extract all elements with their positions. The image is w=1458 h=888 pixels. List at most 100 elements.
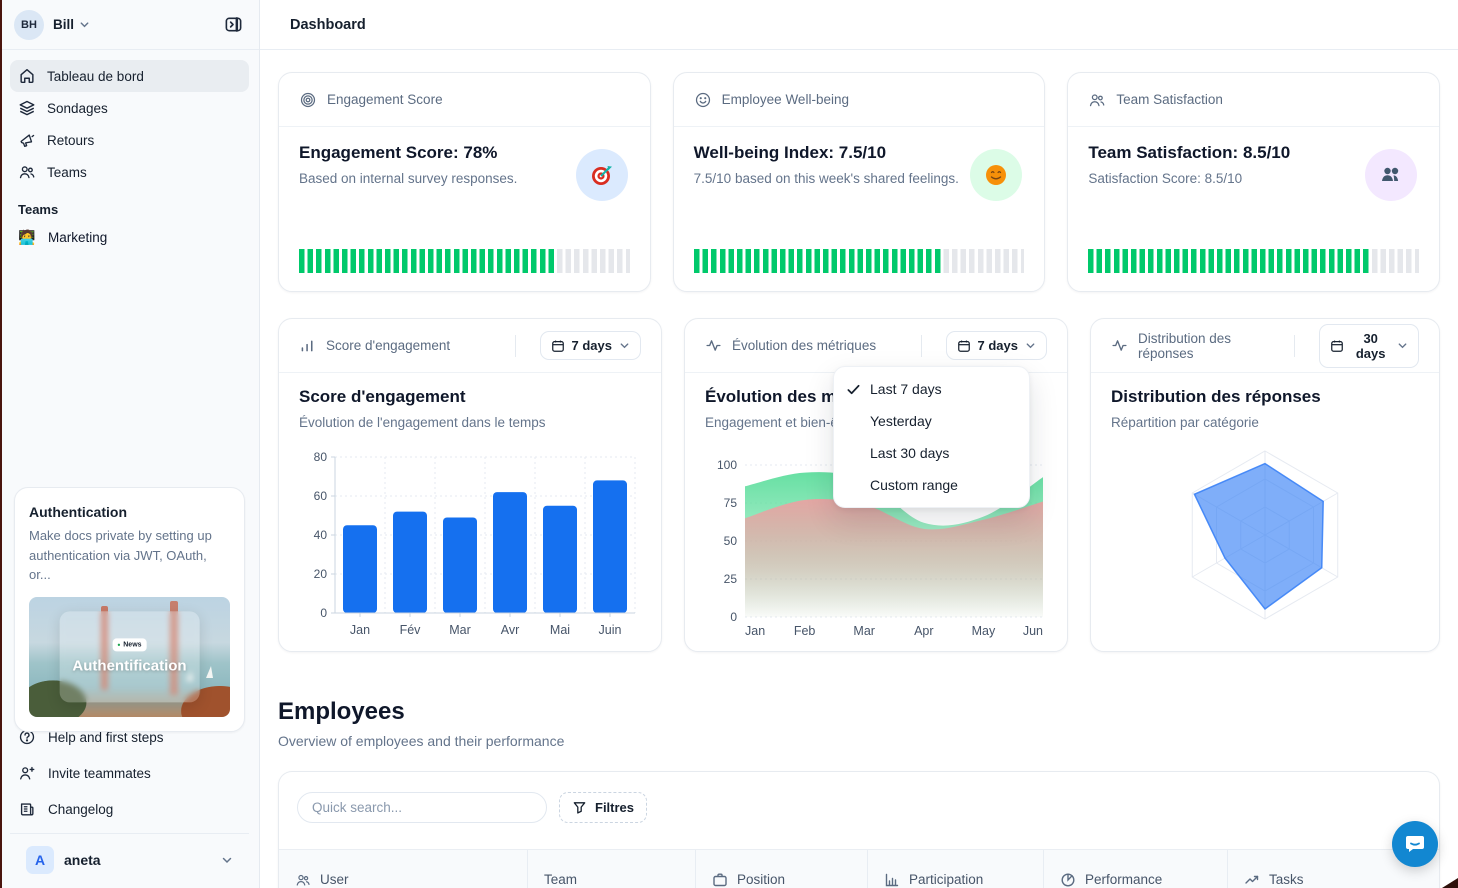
dropdown-item-yesterday[interactable]: Yesterday (834, 405, 1029, 437)
range-select-button[interactable]: 30 days (1319, 324, 1419, 368)
table-toolbar: Filtres (279, 772, 1439, 823)
stat-card-engagement: Engagement Score Engagement Score: 78% B… (278, 72, 651, 292)
svg-text:Jan: Jan (350, 623, 370, 637)
promo-card-authentication[interactable]: Authentication Make docs private by sett… (14, 487, 245, 732)
distribution-radar-chart (1170, 443, 1360, 629)
smile-icon (694, 91, 712, 109)
footer-item-label: Invite teammates (48, 766, 151, 781)
changelog-icon (18, 800, 36, 818)
dropdown-item-custom-range[interactable]: Custom range (834, 469, 1029, 501)
svg-text:40: 40 (314, 528, 328, 542)
sidebar-section-teams: Teams (0, 188, 259, 221)
sidebar-item-marketing[interactable]: 🧑‍💻 Marketing (0, 221, 259, 253)
sidebar-item-sondages[interactable]: Sondages (10, 92, 249, 124)
sidebar-item-invite[interactable]: Invite teammates (10, 755, 249, 791)
briefcase-icon (712, 872, 728, 888)
smile-emoji-icon (970, 149, 1022, 201)
chart-card-body: Score d'engagement Évolution de l'engage… (279, 373, 661, 651)
employees-header: Employees Overview of employees and thei… (278, 698, 1440, 749)
chart-card-header: Score d'engagement 7 days (279, 319, 661, 373)
screen-left-edge (0, 0, 2, 888)
sidebar-item-teams[interactable]: Teams (10, 156, 249, 188)
employees-table-card: Filtres User Team (278, 771, 1440, 888)
sidebar-footer: Help and first steps Invite teammates Ch… (0, 713, 259, 888)
chevron-down-icon (619, 340, 630, 351)
sidebar-header: BH Bill (0, 0, 259, 50)
employees-subtitle: Overview of employees and their performa… (278, 733, 1440, 749)
chart-card-body: Distribution des réponses Répartition pa… (1091, 373, 1439, 651)
chat-icon (1403, 832, 1427, 856)
svg-text:20: 20 (314, 567, 328, 581)
promo-body: Make docs private by setting up authenti… (29, 526, 230, 585)
user-menu[interactable]: Bill (53, 17, 74, 32)
range-select-button[interactable]: 7 days (946, 331, 1047, 360)
svg-text:Mar: Mar (853, 624, 875, 638)
sidebar-item-label: Sondages (47, 101, 108, 116)
svg-text:75: 75 (724, 496, 738, 510)
employees-title: Employees (278, 698, 1440, 726)
bar-chart-icon (884, 872, 900, 888)
dropdown-item-last-7-days[interactable]: Last 7 days (834, 373, 1029, 405)
footer-item-label: Changelog (48, 802, 113, 817)
chart-card-header: Distribution des réponses 30 days (1091, 319, 1439, 373)
megaphone-icon (18, 131, 36, 149)
filters-button[interactable]: Filtres (559, 792, 647, 823)
promo-image-golden-gate[interactable]: •News Authentification (29, 597, 230, 717)
stat-card-header: Team Satisfaction (1068, 73, 1439, 127)
promo-image-overlay: •News Authentification (59, 611, 200, 702)
pie-chart-icon (1060, 872, 1076, 888)
chart-card-engagement-score: Score d'engagement 7 days (278, 318, 662, 652)
calendar-icon (957, 339, 971, 353)
user-plus-icon (18, 764, 36, 782)
svg-text:Mai: Mai (550, 623, 570, 637)
chat-launcher-button[interactable] (1392, 821, 1438, 867)
activity-icon (705, 337, 722, 354)
footer-item-label: Help and first steps (48, 730, 164, 745)
stat-card-wellbeing: Employee Well-being Well-being Index: 7.… (673, 72, 1046, 292)
sidebar-item-changelog[interactable]: Changelog (10, 791, 249, 827)
column-header-user[interactable]: User (279, 850, 527, 888)
screen-corner-artifact (1442, 878, 1458, 888)
sidebar-collapse-button[interactable] (219, 11, 247, 39)
funnel-icon (572, 800, 587, 815)
workspace-switcher[interactable]: A aneta (10, 833, 249, 888)
avatar[interactable]: BH (14, 10, 44, 40)
svg-text:Mar: Mar (449, 623, 471, 637)
column-header-performance[interactable]: Performance (1043, 850, 1227, 888)
people-emoji-icon (1365, 149, 1417, 201)
marketing-team-emoji: 🧑‍💻 (18, 228, 36, 246)
table-header-row: User Team Position (279, 849, 1439, 888)
sidebar-item-label: Teams (47, 165, 87, 180)
sidebar-item-tableau-de-bord[interactable]: Tableau de bord (10, 60, 249, 92)
stat-card-header: Employee Well-being (674, 73, 1045, 127)
team-item-label: Marketing (48, 230, 107, 245)
range-select-button[interactable]: 7 days (540, 331, 641, 360)
check-icon (846, 382, 870, 397)
satisfaction-progress-bar (1088, 249, 1419, 273)
chevron-down-icon (1025, 340, 1036, 351)
sidebar-item-retours[interactable]: Retours (10, 124, 249, 156)
column-header-team[interactable]: Team (527, 850, 695, 888)
stat-card-header: Engagement Score (279, 73, 650, 127)
users-icon (1088, 91, 1106, 109)
svg-text:50: 50 (724, 534, 738, 548)
page-title: Dashboard (290, 17, 366, 33)
news-badge: •News (112, 639, 146, 652)
column-header-participation[interactable]: Participation (867, 850, 1043, 888)
chevron-down-icon (1397, 340, 1408, 351)
target-emoji-icon (576, 149, 628, 201)
search-input[interactable] (297, 792, 547, 823)
svg-text:25: 25 (724, 572, 738, 586)
chevron-down-icon (221, 854, 233, 866)
column-header-position[interactable]: Position (695, 850, 867, 888)
stat-card-body: Team Satisfaction: 8.5/10 Satisfaction S… (1068, 127, 1439, 291)
topbar: Dashboard (260, 0, 1458, 50)
calendar-icon (1330, 339, 1344, 353)
svg-text:Jun: Jun (1023, 624, 1043, 638)
chart-card-response-distribution: Distribution des réponses 30 days (1090, 318, 1440, 652)
svg-text:Jan: Jan (745, 624, 765, 638)
workspace-avatar: A (26, 846, 54, 874)
dropdown-item-last-30-days[interactable]: Last 30 days (834, 437, 1029, 469)
stat-card-body: Engagement Score: 78% Based on internal … (279, 127, 650, 291)
engagement-bar-chart: 020406080JanFévMarAvrMaiJuin (299, 445, 641, 641)
